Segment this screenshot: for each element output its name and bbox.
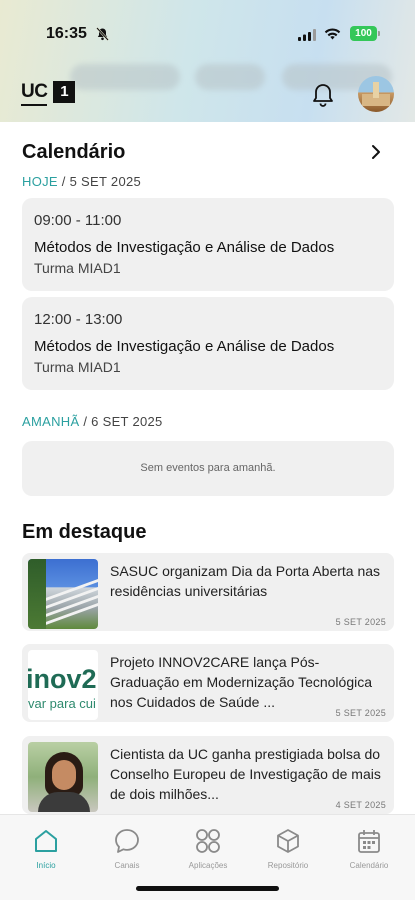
news-date: 5 SET 2025 bbox=[335, 617, 386, 627]
today-dateline: HOJE / 5 SET 2025 bbox=[22, 174, 141, 189]
tomorrow-date: / 6 SET 2025 bbox=[83, 414, 163, 429]
blurred-background bbox=[60, 64, 400, 90]
news-card[interactable]: SASUC organizam Dia da Porta Aberta nas … bbox=[22, 553, 394, 631]
tab-label: Início bbox=[36, 861, 56, 870]
event-name: Métodos de Investigação e Análise de Dad… bbox=[34, 239, 335, 256]
tab-aplicacoes[interactable]: Aplicações bbox=[168, 827, 248, 870]
tab-repositorio[interactable]: Repositório bbox=[248, 827, 328, 870]
status-time: 16:35 bbox=[46, 25, 87, 42]
tab-label: Repositório bbox=[267, 861, 309, 870]
signal-icon bbox=[298, 28, 316, 46]
tab-label: Calendário bbox=[349, 861, 389, 870]
logo-badge: 1 bbox=[53, 81, 76, 103]
event-card[interactable]: 12:00 - 13:00 Métodos de Investigação e … bbox=[22, 297, 394, 390]
calendar-icon bbox=[329, 827, 409, 857]
bell-off-icon bbox=[96, 27, 109, 46]
news-thumbnail bbox=[28, 559, 98, 629]
chevron-right-icon[interactable] bbox=[370, 144, 382, 165]
avatar-tower bbox=[373, 82, 379, 98]
news-title: Projeto INNOV2CARE lança Pós-Graduação e… bbox=[110, 654, 373, 710]
news-title: SASUC organizam Dia da Porta Aberta nas … bbox=[110, 563, 381, 599]
no-events-message: Sem eventos para amanhã. bbox=[22, 441, 394, 496]
box-icon bbox=[248, 827, 328, 857]
wifi-icon bbox=[324, 27, 341, 45]
news-card[interactable]: inov2 var para cui Projeto INNOV2CARE la… bbox=[22, 644, 394, 722]
event-group: Turma MIAD1 bbox=[34, 260, 121, 276]
main-content[interactable]: Calendário HOJE / 5 SET 2025 09:00 - 11:… bbox=[0, 122, 415, 814]
home-icon bbox=[6, 827, 86, 857]
tomorrow-label: AMANHÃ bbox=[22, 414, 80, 429]
profile-avatar[interactable] bbox=[358, 76, 394, 112]
app-header: 16:35 100 UC 1 bbox=[0, 0, 415, 122]
thumb-logo-text: inov2 bbox=[28, 664, 97, 694]
chat-icon bbox=[87, 827, 167, 857]
featured-title: Em destaque bbox=[22, 521, 147, 543]
event-name: Métodos de Investigação e Análise de Dad… bbox=[34, 338, 335, 355]
event-time: 12:00 - 13:00 bbox=[34, 311, 123, 328]
event-card[interactable]: 09:00 - 11:00 Métodos de Investigação e … bbox=[22, 198, 394, 291]
news-thumbnail: inov2 var para cui bbox=[28, 650, 98, 720]
news-title: Cientista da UC ganha prestigiada bolsa … bbox=[110, 746, 381, 802]
today-label: HOJE bbox=[22, 174, 58, 189]
news-card[interactable]: Cientista da UC ganha prestigiada bolsa … bbox=[22, 736, 394, 814]
news-thumbnail bbox=[28, 742, 98, 812]
news-date: 4 SET 2025 bbox=[335, 800, 386, 810]
tab-label: Aplicações bbox=[188, 861, 228, 870]
event-time: 09:00 - 11:00 bbox=[34, 212, 122, 229]
tab-label: Canais bbox=[114, 861, 140, 870]
logo-text: UC bbox=[21, 81, 48, 106]
today-date: / 5 SET 2025 bbox=[61, 174, 142, 189]
calendar-title[interactable]: Calendário bbox=[22, 141, 125, 164]
uc-logo[interactable]: UC 1 bbox=[21, 80, 76, 106]
tomorrow-dateline: AMANHÃ / 6 SET 2025 bbox=[22, 414, 163, 429]
tab-calendario[interactable]: Calendário bbox=[329, 827, 409, 870]
battery-indicator: 100 bbox=[350, 26, 377, 41]
news-date: 5 SET 2025 bbox=[335, 708, 386, 718]
bell-icon[interactable] bbox=[311, 82, 335, 113]
thumb-logo-subtext: var para cui bbox=[28, 696, 96, 711]
apps-icon bbox=[168, 827, 248, 857]
battery-tip bbox=[378, 31, 380, 36]
tab-canais[interactable]: Canais bbox=[87, 827, 167, 870]
event-group: Turma MIAD1 bbox=[34, 359, 121, 375]
home-indicator[interactable] bbox=[136, 886, 279, 891]
tab-inicio[interactable]: Início bbox=[6, 827, 86, 870]
status-bar: 16:35 100 bbox=[0, 0, 415, 46]
